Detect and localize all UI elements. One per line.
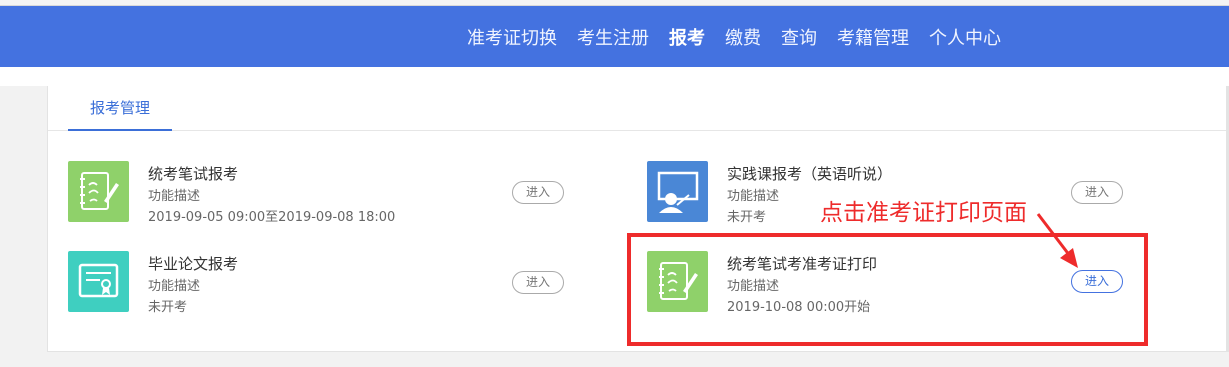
tab-registration-management[interactable]: 报考管理 (68, 86, 172, 131)
card-unified-exam-apply: 统考笔试报考 功能描述 2019-09-05 09:00至2019-09-08 … (68, 161, 608, 225)
teacher-board-icon[interactable] (647, 161, 708, 222)
enter-button[interactable]: 进入 (512, 181, 564, 204)
enter-button[interactable]: 进入 (1071, 181, 1123, 204)
enter-button[interactable]: 进入 (512, 271, 564, 294)
card-thesis-apply: 毕业论文报考 功能描述 未开考 进入 (68, 251, 608, 315)
card-description: 功能描述 (148, 279, 201, 294)
card-status: 未开考 (727, 210, 767, 225)
nav-item-admit-switch[interactable]: 准考证切换 (467, 24, 557, 50)
card-description: 功能描述 (727, 189, 780, 204)
header-spacer (0, 67, 1229, 86)
card-title: 毕业论文报考 (148, 255, 239, 273)
nav-item-profile[interactable]: 个人中心 (929, 24, 1001, 50)
tab-bar: 报考管理 (48, 86, 1229, 131)
card-title: 实践课报考（英语听说） (727, 165, 893, 183)
certificate-icon[interactable] (68, 251, 129, 312)
nav-item-apply[interactable]: 报考 (669, 24, 705, 50)
card-title: 统考笔试报考 (148, 165, 239, 183)
notebook-pen-icon[interactable] (68, 161, 129, 222)
card-date-range: 2019-09-05 09:00至2019-09-08 18:00 (148, 210, 396, 225)
nav-item-register[interactable]: 考生注册 (577, 24, 649, 50)
top-navbar: 准考证切换 考生注册 报考 缴费 查询 考籍管理 个人中心 (0, 6, 1229, 67)
nav-item-payment[interactable]: 缴费 (725, 24, 761, 50)
nav-item-query[interactable]: 查询 (781, 24, 817, 50)
highlight-box (627, 233, 1148, 346)
main-nav: 准考证切换 考生注册 报考 缴费 查询 考籍管理 个人中心 (467, 6, 1021, 67)
card-description: 功能描述 (148, 189, 201, 204)
annotation-text: 点击准考证打印页面 (820, 200, 1027, 226)
nav-item-records[interactable]: 考籍管理 (837, 24, 909, 50)
card-status: 未开考 (148, 300, 188, 315)
